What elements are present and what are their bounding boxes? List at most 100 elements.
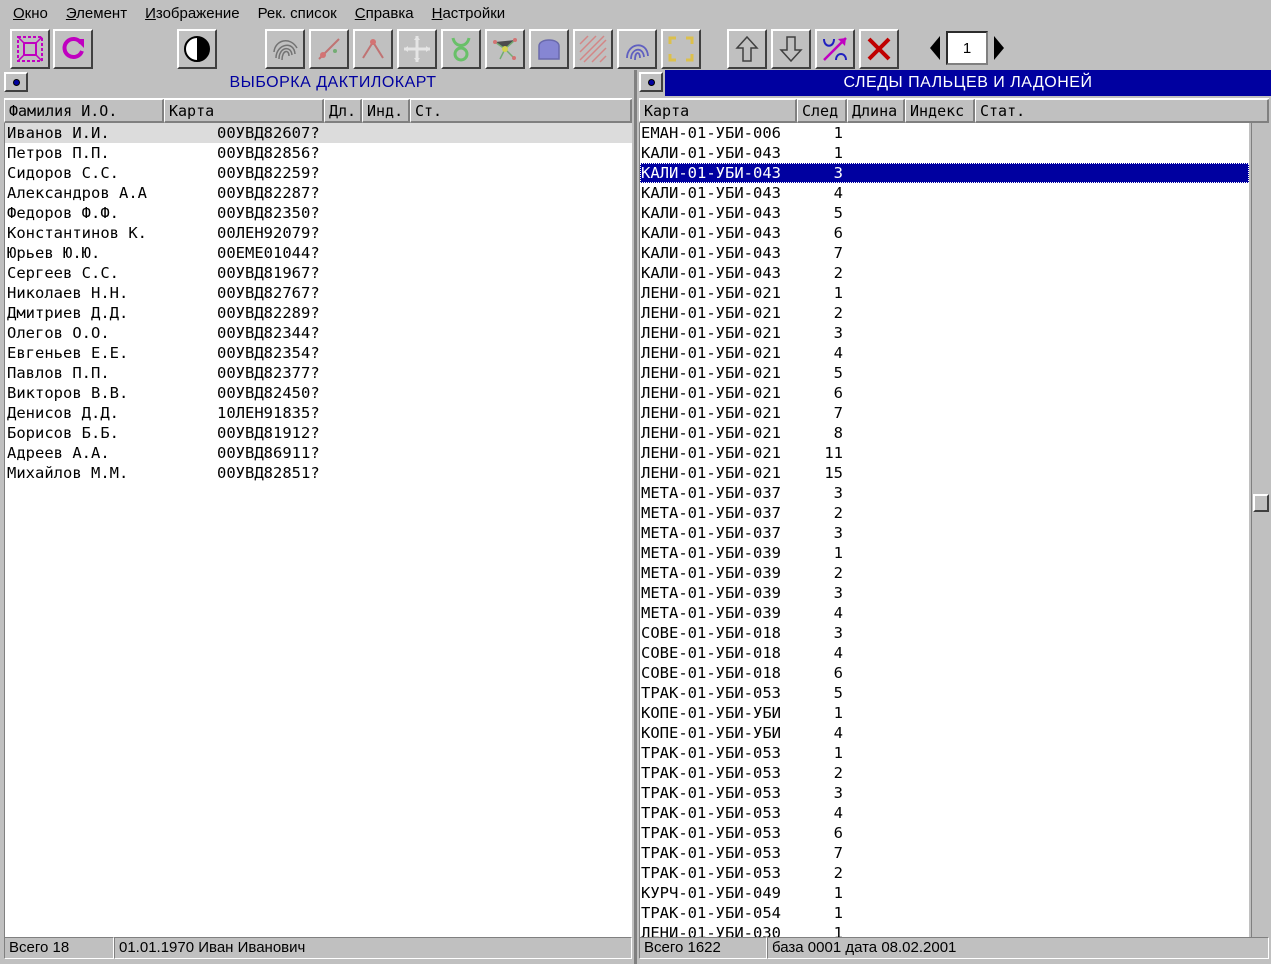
list-item[interactable]: Петров П.П. 00УВД82856? [5, 143, 632, 163]
list-item[interactable]: Сергеев С.С. 00УВД81967? [5, 263, 632, 283]
core-delta-button[interactable] [441, 29, 481, 69]
refresh-button[interactable] [53, 29, 93, 69]
list-item[interactable]: ЕМАН-01-УБИ-006 1 [640, 123, 1249, 143]
list-item[interactable]: ТРАК-01-УБИ-053 2 [640, 763, 1249, 783]
column-card[interactable]: Карта [639, 99, 797, 123]
crosshair-button[interactable] [397, 29, 437, 69]
scrollbar-thumb[interactable] [1253, 494, 1269, 512]
contrast-button[interactable] [177, 29, 217, 69]
column-index[interactable]: Инд. [362, 99, 410, 123]
list-item[interactable]: КАЛИ-01-УБИ-043 6 [640, 223, 1249, 243]
list-item[interactable]: Викторов В.В. 00УВД82450? [5, 383, 632, 403]
list-item[interactable]: Михайлов М.М. 00УВД82851? [5, 463, 632, 483]
list-item[interactable]: Дмитриев Д.Д. 00УВД82289? [5, 303, 632, 323]
next-page-button[interactable] [990, 31, 1008, 65]
list-item[interactable]: МЕТА-01-УБИ-039 2 [640, 563, 1249, 583]
list-item[interactable]: ЛЕНИ-01-УБИ-021 15 [640, 463, 1249, 483]
list-item[interactable]: Евгеньев Е.Е. 00УВД82354? [5, 343, 632, 363]
list-item[interactable]: ТРАК-01-УБИ-053 5 [640, 683, 1249, 703]
list-item[interactable]: ЛЕНИ-01-УБИ-021 7 [640, 403, 1249, 423]
list-item[interactable]: Александров А.А 00УВД82287? [5, 183, 632, 203]
column-status[interactable]: Стат. [975, 99, 1269, 123]
delete-button[interactable] [859, 29, 899, 69]
stamp-region-button[interactable] [529, 29, 569, 69]
list-item[interactable]: ЛЕНИ-01-УБИ-021 11 [640, 443, 1249, 463]
list-item[interactable]: КАЛИ-01-УБИ-043 7 [640, 243, 1249, 263]
list-item[interactable]: Денисов Д.Д. 10ЛЕН91835? [5, 403, 632, 423]
minutiae-line-button[interactable] [309, 29, 349, 69]
list-item[interactable]: ТРАК-01-УБИ-053 7 [640, 843, 1249, 863]
list-item[interactable]: ЛЕНИ-01-УБИ-021 2 [640, 303, 1249, 323]
list-item[interactable]: Иванов И.И. 00УВД82607? [5, 123, 632, 143]
list-item[interactable]: КАЛИ-01-УБИ-043 1 [640, 143, 1249, 163]
column-card[interactable]: Карта [164, 99, 324, 123]
list-item[interactable]: КАЛИ-01-УБИ-043 3 [640, 163, 1249, 183]
list-item[interactable]: ЛЕНИ-01-УБИ-021 3 [640, 323, 1249, 343]
vertical-scrollbar[interactable] [1251, 123, 1269, 937]
list-item[interactable]: ТРАК-01-УБИ-054 1 [640, 903, 1249, 923]
list-item[interactable]: Николаев Н.Н. 00УВД82767? [5, 283, 632, 303]
list-item[interactable]: СОВЕ-01-УБИ-018 6 [640, 663, 1249, 683]
column-length[interactable]: Длина [847, 99, 905, 123]
fingerprint-button[interactable] [265, 29, 305, 69]
list-item[interactable]: СОВЕ-01-УБИ-018 3 [640, 623, 1249, 643]
list-item[interactable]: ТРАК-01-УБИ-053 2 [640, 863, 1249, 883]
move-up-button[interactable] [727, 29, 767, 69]
list-item[interactable]: СОВЕ-01-УБИ-018 4 [640, 643, 1249, 663]
trace-list[interactable]: ЕМАН-01-УБИ-006 1 КАЛИ-01-УБИ-043 1 КАЛИ-01-… [639, 123, 1249, 937]
list-item[interactable]: МЕТА-01-УБИ-037 3 [640, 523, 1249, 543]
card-list[interactable]: Иванов И.И. 00УВД82607? Петров П.П. 00УВД82… [4, 123, 632, 937]
list-item[interactable]: КОПЕ-01-УБИ-УБИ 1 [640, 703, 1249, 723]
hatch-area-button[interactable] [573, 29, 613, 69]
list-item[interactable]: ЛЕНИ-01-УБИ-021 8 [640, 423, 1249, 443]
column-status[interactable]: Ст. [410, 99, 632, 123]
list-item[interactable]: Юрьев Ю.Ю. 00ЕМЕ01044? [5, 243, 632, 263]
list-item[interactable]: ЛЕНИ-01-УБИ-021 6 [640, 383, 1249, 403]
list-item[interactable]: МЕТА-01-УБИ-039 3 [640, 583, 1249, 603]
list-item[interactable]: Павлов П.П. 00УВД82377? [5, 363, 632, 383]
menu-item-1[interactable]: Элемент [57, 0, 136, 28]
menu-item-0[interactable]: Окно [4, 0, 57, 28]
list-item[interactable]: КАЛИ-01-УБИ-043 5 [640, 203, 1249, 223]
column-trace[interactable]: След [797, 99, 847, 123]
list-item[interactable]: МЕТА-01-УБИ-037 2 [640, 503, 1249, 523]
list-item[interactable]: МЕТА-01-УБИ-039 1 [640, 543, 1249, 563]
prev-page-button[interactable] [926, 31, 944, 65]
list-item[interactable]: МЕТА-01-УБИ-037 3 [640, 483, 1249, 503]
list-item[interactable]: КАЛИ-01-УБИ-043 4 [640, 183, 1249, 203]
points-network-button[interactable] [485, 29, 525, 69]
window-menu-button[interactable] [639, 72, 663, 92]
move-down-button[interactable] [771, 29, 811, 69]
list-item[interactable]: ТРАК-01-УБИ-053 6 [640, 823, 1249, 843]
menu-item-3[interactable]: Рек. список [249, 0, 346, 28]
window-menu-button[interactable] [4, 72, 28, 92]
select-frame-button[interactable] [10, 29, 50, 69]
list-item[interactable]: МЕТА-01-УБИ-039 4 [640, 603, 1249, 623]
minutiae-angle-button[interactable] [353, 29, 393, 69]
list-item[interactable]: Олегов О.О. 00УВД82344? [5, 323, 632, 343]
list-item[interactable]: КАЛИ-01-УБИ-043 2 [640, 263, 1249, 283]
list-item[interactable]: Константинов К. 00ЛЕН92079? [5, 223, 632, 243]
list-item[interactable]: Федоров Ф.Ф. 00УВД82350? [5, 203, 632, 223]
list-item[interactable]: Адреев А.А. 00УВД86911? [5, 443, 632, 463]
menu-item-5[interactable]: Настройки [423, 0, 515, 28]
list-item[interactable]: КОПЕ-01-УБИ-УБИ 4 [640, 723, 1249, 743]
crop-frame-button[interactable] [661, 29, 701, 69]
menu-item-2[interactable]: Изображение [136, 0, 249, 28]
menu-item-4[interactable]: Справка [346, 0, 423, 28]
page-number-field[interactable]: 1 [946, 31, 988, 65]
list-item[interactable]: Борисов Б.Б. 00УВД81912? [5, 423, 632, 443]
fingerprint-blue-button[interactable] [617, 29, 657, 69]
column-length[interactable]: Дл. [324, 99, 362, 123]
list-item[interactable]: ЛЕНИ-01-УБИ-021 4 [640, 343, 1249, 363]
list-item[interactable]: Сидоров С.С. 00УВД82259? [5, 163, 632, 183]
list-item[interactable]: ТРАК-01-УБИ-053 3 [640, 783, 1249, 803]
column-index[interactable]: Индекс [905, 99, 975, 123]
list-item[interactable]: ТРАК-01-УБИ-053 4 [640, 803, 1249, 823]
list-item[interactable]: ТРАК-01-УБИ-053 1 [640, 743, 1249, 763]
column-name[interactable]: Фамилия И.О. [4, 99, 164, 123]
compare-button[interactable] [815, 29, 855, 69]
list-item[interactable]: ЛЕНИ-01-УБИ-030 1 [640, 923, 1249, 937]
list-item[interactable]: ЛЕНИ-01-УБИ-021 1 [640, 283, 1249, 303]
list-item[interactable]: ЛЕНИ-01-УБИ-021 5 [640, 363, 1249, 383]
